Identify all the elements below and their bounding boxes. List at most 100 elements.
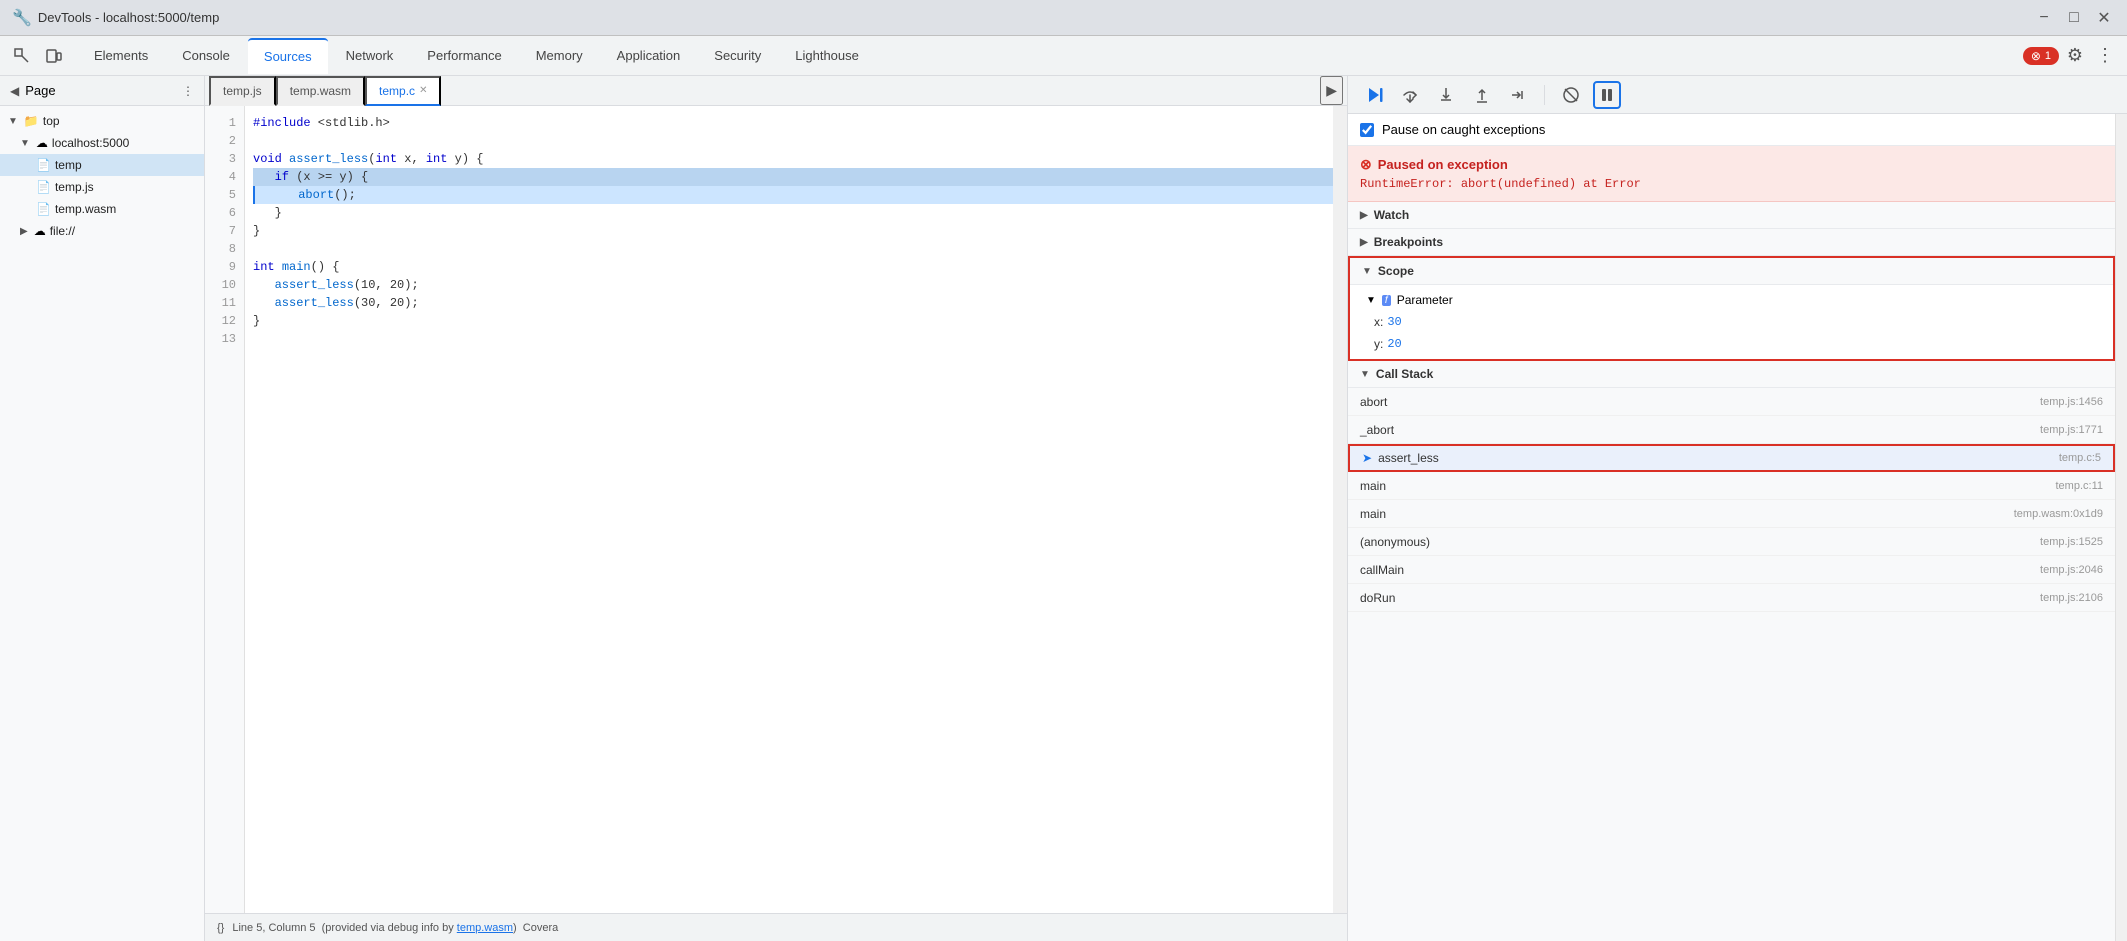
resume-button[interactable] bbox=[1360, 81, 1388, 109]
watch-label: Watch bbox=[1374, 208, 1410, 222]
temp-wasm-link[interactable]: temp.wasm bbox=[457, 922, 513, 934]
tree-arrow-localhost: ▼ bbox=[20, 138, 30, 149]
code-line-8 bbox=[253, 240, 1333, 258]
nav-bar: Elements Console Sources Network Perform… bbox=[0, 36, 2127, 76]
error-badge[interactable]: ⊗ 1 bbox=[2023, 47, 2059, 65]
close-tab-icon[interactable]: ✕ bbox=[419, 85, 427, 96]
callstack-loc-callmain: temp.js:2046 bbox=[2040, 564, 2103, 576]
line-num-8: 8 bbox=[205, 240, 244, 258]
code-line-3: void assert_less(int x, int y) { bbox=[253, 150, 1333, 168]
pause-caught-label: Pause on caught exceptions bbox=[1382, 122, 1545, 137]
callstack-item-mainwasm[interactable]: main temp.wasm:0x1d9 bbox=[1348, 500, 2115, 528]
code-line-11: assert_less(30, 20); bbox=[253, 294, 1333, 312]
folder-icon-top: 📁 bbox=[24, 114, 39, 128]
callstack-item-dorun[interactable]: doRun temp.js:2106 bbox=[1348, 584, 2115, 612]
code-content[interactable]: #include <stdlib.h> void assert_less(int… bbox=[245, 106, 1333, 913]
scope-x-value: 30 bbox=[1387, 315, 1401, 329]
device-toolbar-icon[interactable] bbox=[40, 42, 68, 70]
code-line-12: } bbox=[253, 312, 1333, 330]
scope-param-arrow: ▼ bbox=[1366, 295, 1376, 306]
debug-separator bbox=[1544, 85, 1545, 105]
main-layout: ◀ Page ⋮ ▼ 📁 top ▼ ☁ localhost:5000 📄 te… bbox=[0, 76, 2127, 941]
callstack-loc-dorun: temp.js:2106 bbox=[2040, 592, 2103, 604]
line-numbers: 1 2 3 4 5 6 7 8 9 10 11 12 13 bbox=[205, 106, 245, 913]
callstack-fn-anon: (anonymous) bbox=[1360, 535, 1430, 549]
callstack-item-mainc[interactable]: main temp.c:11 bbox=[1348, 472, 2115, 500]
pause-caught-checkbox[interactable] bbox=[1360, 123, 1374, 137]
add-tab-button[interactable]: ▶ bbox=[1320, 76, 1343, 105]
code-line-9: int main() { bbox=[253, 258, 1333, 276]
callstack-loc-anon: temp.js:1525 bbox=[2040, 536, 2103, 548]
cloud-icon-file: ☁ bbox=[34, 224, 46, 238]
tab-elements[interactable]: Elements bbox=[78, 38, 164, 74]
tab-security[interactable]: Security bbox=[698, 38, 777, 74]
tree-item-temp[interactable]: 📄 temp bbox=[0, 154, 204, 176]
file-icon-tempwasm: 📄 bbox=[36, 202, 51, 216]
scope-label: Scope bbox=[1378, 264, 1414, 278]
exception-title-text: Paused on exception bbox=[1378, 157, 1508, 172]
line-num-11: 11 bbox=[205, 294, 244, 312]
breakpoints-label: Breakpoints bbox=[1374, 235, 1443, 249]
bottom-bar: {} Line 5, Column 5 (provided via debug … bbox=[205, 913, 1347, 941]
tree-item-tempjs[interactable]: 📄 temp.js bbox=[0, 176, 204, 198]
right-scrollbar[interactable] bbox=[2115, 114, 2127, 941]
callstack-item-abort2[interactable]: _abort temp.js:1771 bbox=[1348, 416, 2115, 444]
callstack-section-header[interactable]: ▼ Call Stack bbox=[1348, 361, 2115, 388]
tab-lighthouse[interactable]: Lighthouse bbox=[779, 38, 875, 74]
exception-message: RuntimeError: abort(undefined) at Error bbox=[1360, 177, 2103, 191]
step-button[interactable] bbox=[1504, 81, 1532, 109]
line-num-1: 1 bbox=[205, 114, 244, 132]
tree-item-file[interactable]: ▶ ☁ file:// bbox=[0, 220, 204, 242]
callstack-item-assertless[interactable]: ➤ assert_less temp.c:5 bbox=[1348, 444, 2115, 472]
callstack-item-anon[interactable]: (anonymous) temp.js:1525 bbox=[1348, 528, 2115, 556]
callstack-item-abort[interactable]: abort temp.js:1456 bbox=[1348, 388, 2115, 416]
pause-on-exceptions-button[interactable] bbox=[1593, 81, 1621, 109]
line-num-13: 13 bbox=[205, 330, 244, 348]
tab-memory[interactable]: Memory bbox=[520, 38, 599, 74]
tree-item-top[interactable]: ▼ 📁 top bbox=[0, 110, 204, 132]
more-options-button[interactable]: ⋮ bbox=[2091, 42, 2119, 70]
source-tab-tempc[interactable]: temp.c ✕ bbox=[365, 76, 441, 106]
cloud-icon-localhost: ☁ bbox=[36, 136, 48, 150]
close-button[interactable]: ✕ bbox=[2093, 7, 2115, 29]
tab-application[interactable]: Application bbox=[601, 38, 697, 74]
tab-sources[interactable]: Sources bbox=[248, 38, 328, 74]
tree-item-localhost[interactable]: ▼ ☁ localhost:5000 bbox=[0, 132, 204, 154]
status-text: Line 5, Column 5 (provided via debug inf… bbox=[232, 922, 558, 934]
breakpoints-section-header[interactable]: ▶ Breakpoints bbox=[1348, 229, 2115, 256]
sidebar-back-button[interactable]: ◀ bbox=[8, 82, 21, 100]
tab-network[interactable]: Network bbox=[330, 38, 410, 74]
exception-panel: ⊗ Paused on exception RuntimeError: abor… bbox=[1348, 146, 2115, 202]
callstack-fn-mainwasm: main bbox=[1360, 507, 1386, 521]
sidebar: ◀ Page ⋮ ▼ 📁 top ▼ ☁ localhost:5000 📄 te… bbox=[0, 76, 205, 941]
code-scrollbar[interactable] bbox=[1333, 106, 1347, 913]
callstack-fn-abort: abort bbox=[1360, 395, 1387, 409]
step-over-button[interactable] bbox=[1396, 81, 1424, 109]
sidebar-more-button[interactable]: ⋮ bbox=[180, 82, 196, 100]
minimize-button[interactable]: − bbox=[2033, 7, 2055, 29]
step-into-button[interactable] bbox=[1432, 81, 1460, 109]
tree-item-tempwasm[interactable]: 📄 temp.wasm bbox=[0, 198, 204, 220]
scope-section-header[interactable]: ▼ Scope bbox=[1350, 258, 2113, 285]
callstack-loc-assertless: temp.c:5 bbox=[2059, 452, 2101, 464]
tree-label-temp: temp bbox=[55, 158, 82, 172]
step-out-button[interactable] bbox=[1468, 81, 1496, 109]
tab-performance[interactable]: Performance bbox=[411, 38, 517, 74]
settings-button[interactable]: ⚙ bbox=[2061, 42, 2089, 70]
inspect-icon[interactable] bbox=[8, 42, 36, 70]
scope-param-label: Parameter bbox=[1397, 293, 1453, 307]
callstack-item-callmain[interactable]: callMain temp.js:2046 bbox=[1348, 556, 2115, 584]
scope-arrow-icon: ▼ bbox=[1362, 266, 1372, 277]
tab-console[interactable]: Console bbox=[166, 38, 246, 74]
exception-error-icon: ⊗ bbox=[1360, 156, 1372, 173]
watch-section-header[interactable]: ▶ Watch bbox=[1348, 202, 2115, 229]
source-tab-tempjs[interactable]: temp.js bbox=[209, 76, 276, 106]
error-icon: ⊗ bbox=[2031, 49, 2041, 63]
scope-parameter-header[interactable]: ▼ f Parameter bbox=[1350, 289, 2113, 311]
deactivate-breakpoints-button[interactable] bbox=[1557, 81, 1585, 109]
maximize-button[interactable]: □ bbox=[2063, 7, 2085, 29]
exception-title: ⊗ Paused on exception bbox=[1360, 156, 2103, 173]
pause-on-exceptions-row: Pause on caught exceptions bbox=[1348, 114, 2115, 146]
source-tab-tempwasm[interactable]: temp.wasm bbox=[276, 76, 365, 106]
source-tabs: temp.js temp.wasm temp.c ✕ ▶ bbox=[205, 76, 1347, 106]
